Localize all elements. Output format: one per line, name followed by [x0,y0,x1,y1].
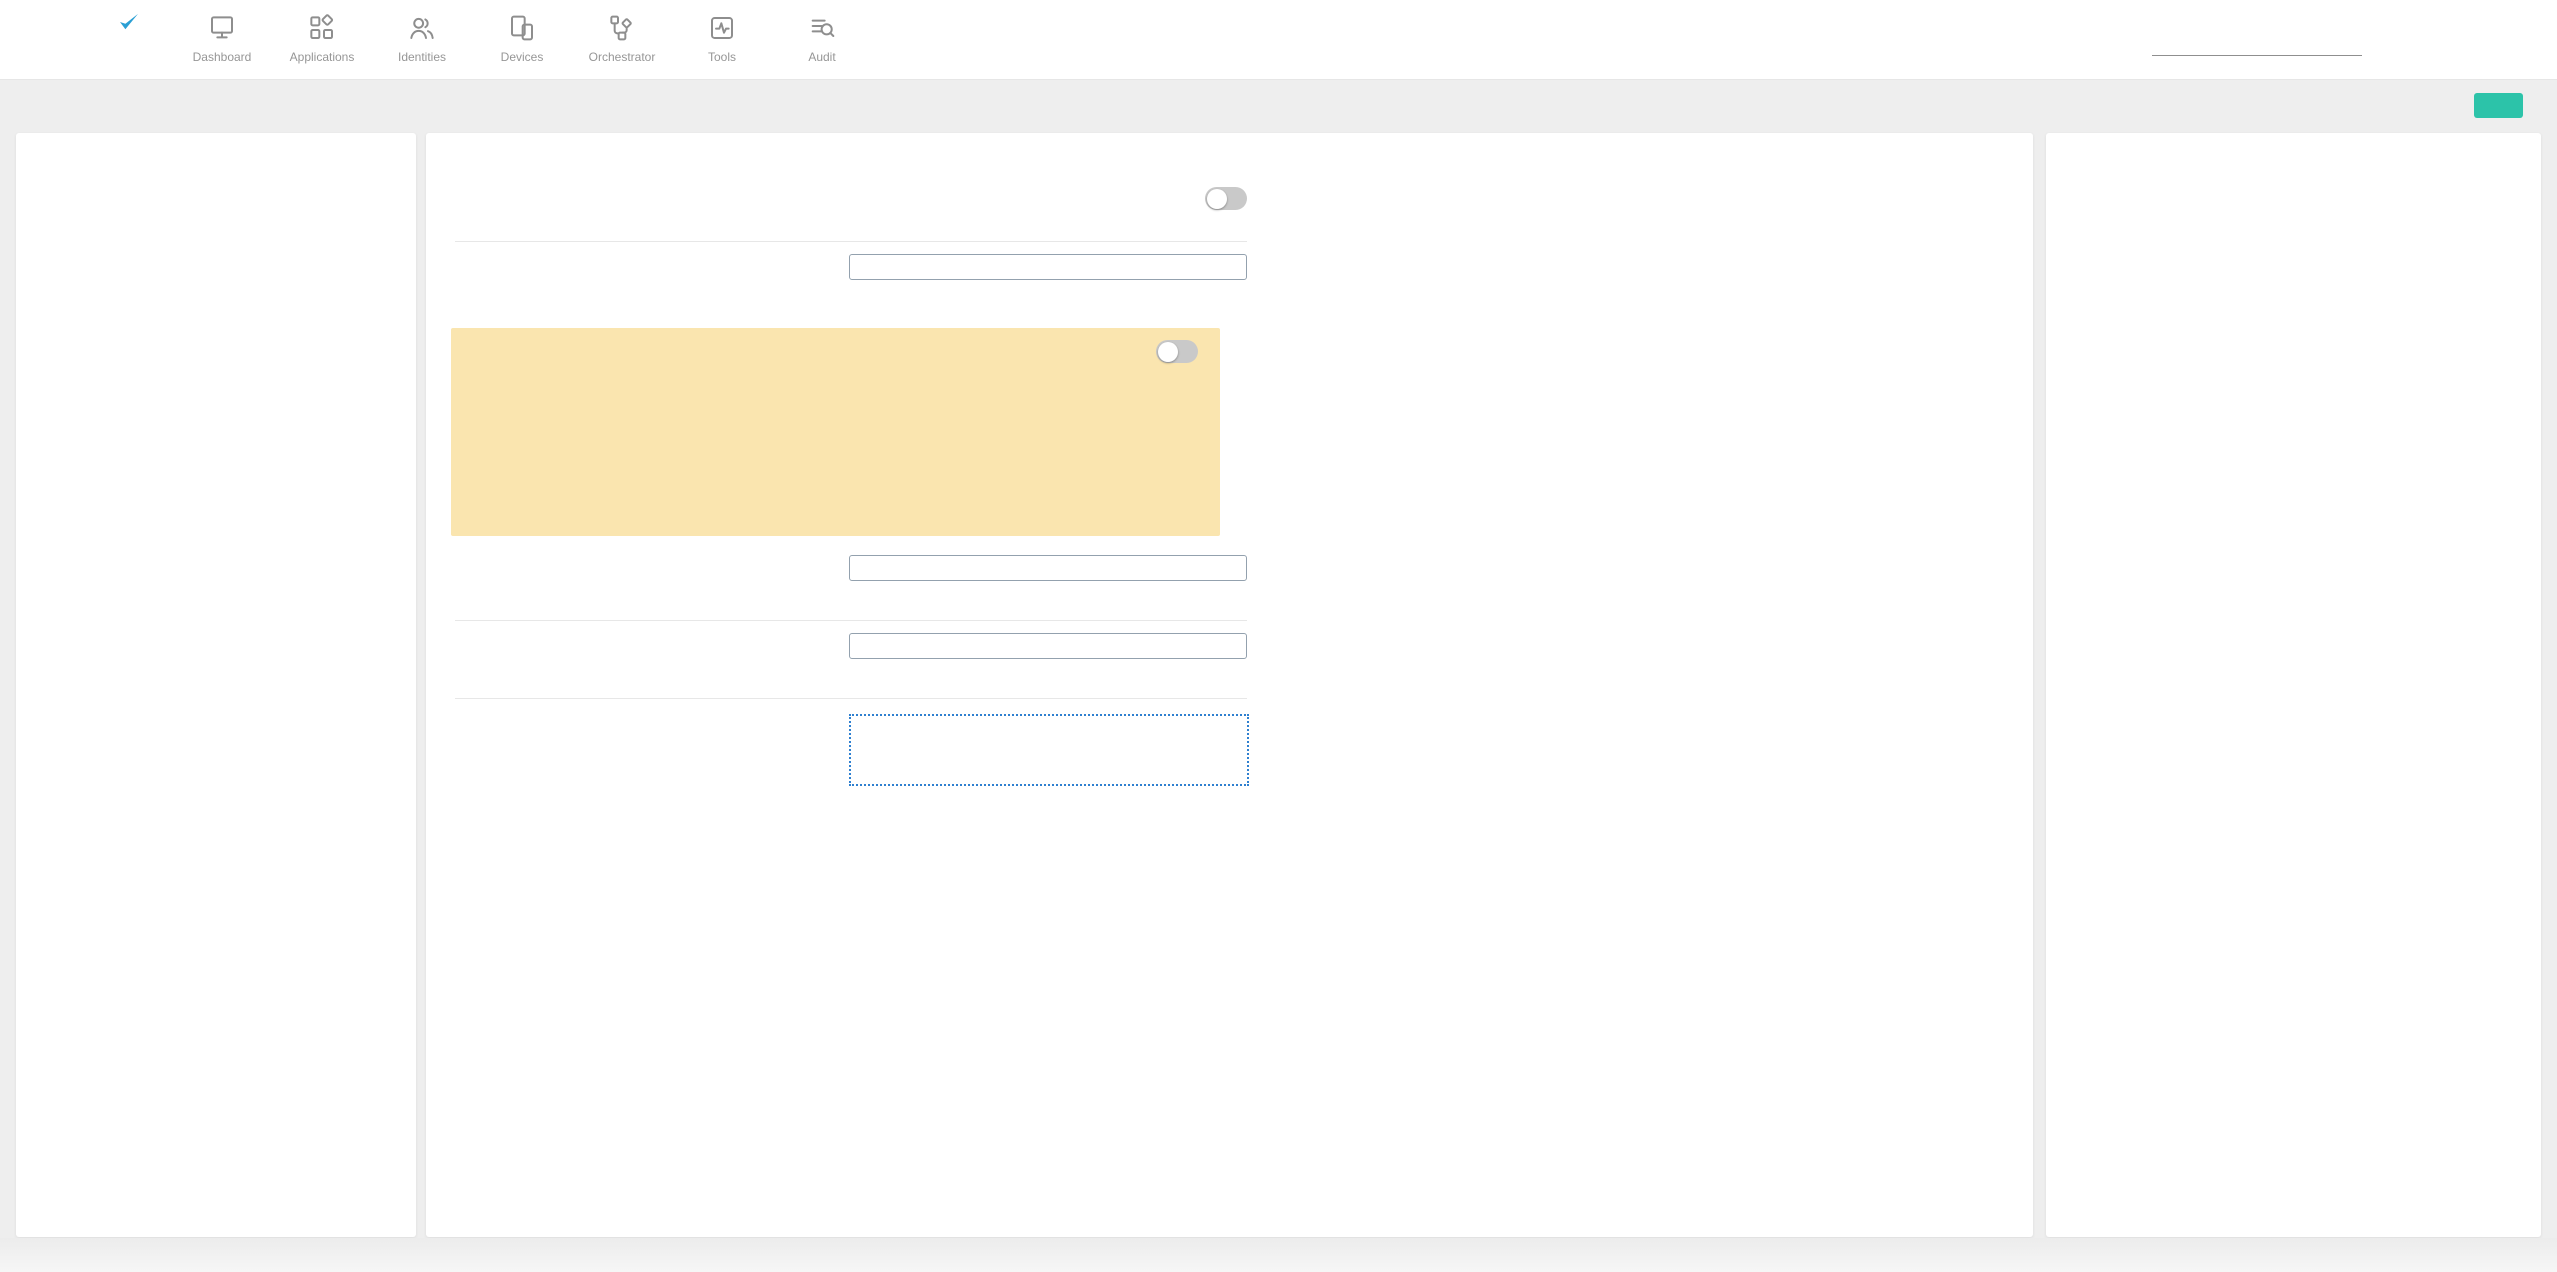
footer-strip [0,1238,2557,1272]
nav-label: Identities [397,50,447,64]
custom-logout-url-input[interactable] [849,633,1247,659]
pulse-box-icon [672,9,772,47]
nav-item-applications[interactable]: Applications [272,9,372,64]
websec-url-row [455,254,1247,306]
devices-lg-icon [472,9,572,47]
brand-check-icon [118,6,140,36]
magic-wand-icon [2372,11,2444,49]
keystore-actions-panel [2046,133,2541,1237]
divider [455,241,1247,242]
nav-label: Dashboard [192,50,252,64]
audit-icon [772,9,872,47]
nav-label: Orchestrator [588,50,656,64]
is-idp-configured-row [455,182,1247,228]
divider [455,698,1247,699]
global-search [2152,20,2362,56]
top-bar: Dashboard Applications Identities Devices Or… [0,0,2557,80]
flow-icon [572,9,672,47]
fido-origin-row [455,555,1247,607]
save-button[interactable] [2474,93,2523,118]
nav-item-tools[interactable]: Tools [672,9,772,64]
delegate-fido-enrollment-section [451,328,1220,536]
nav-item-identities[interactable]: Identities [372,9,472,64]
websec-url-input[interactable] [849,254,1247,280]
general-tab-form [451,182,1249,820]
apps-icon [272,9,372,47]
toggle-knob [1158,341,1178,362]
is-idp-configured-toggle[interactable] [1205,187,1247,210]
logo-file-dropzone[interactable] [849,714,1249,786]
custom-logout-url-row [455,633,1247,685]
search-input[interactable] [2168,28,2328,47]
user-icon [2460,9,2548,47]
user-menu[interactable] [2460,9,2548,50]
delegate-fido-toggle[interactable] [1156,340,1198,363]
logo-file-row [455,714,1249,820]
nav-label: Audit [808,50,836,64]
nav-label: Tools [707,50,736,64]
people-icon [372,9,472,47]
nav-item-devices[interactable]: Devices [472,9,572,64]
nav-item-dashboard[interactable]: Dashboard [172,9,272,64]
settings-sidebar [16,133,416,1237]
top-navigation: Dashboard Applications Identities Devices Or… [172,9,872,64]
toggle-knob [1207,188,1227,209]
nav-label: Applications [289,50,355,64]
divider [455,620,1247,621]
ssp-service-panel [426,133,2033,1237]
nav-label: Devices [500,50,544,64]
fido-origin-input[interactable] [849,555,1247,581]
monitor-icon [172,9,272,47]
quick-actions-button[interactable] [2372,11,2444,52]
nav-item-orchestrator[interactable]: Orchestrator [572,9,672,64]
nav-item-audit[interactable]: Audit [772,9,872,64]
